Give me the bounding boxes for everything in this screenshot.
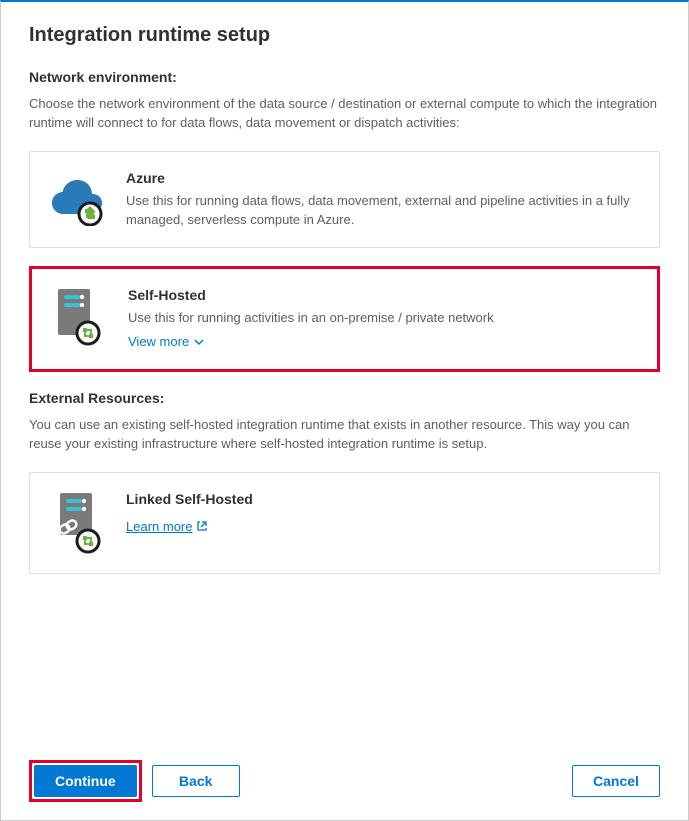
learn-more-link[interactable]: Learn more (126, 519, 208, 534)
page-title: Integration runtime setup (29, 24, 660, 47)
learn-more-label: Learn more (126, 519, 192, 534)
view-more-link[interactable]: View more (128, 334, 205, 349)
self-hosted-server-icon (50, 287, 110, 351)
continue-highlight: Continue (29, 760, 142, 802)
linked-self-hosted-icon (48, 491, 108, 555)
self-hosted-description: Use this for running activities in an on… (128, 309, 639, 328)
option-azure[interactable]: Azure Use this for running data flows, d… (29, 151, 660, 249)
back-button[interactable]: Back (152, 765, 240, 797)
footer: Continue Back Cancel (1, 746, 688, 820)
external-link-icon (196, 520, 208, 532)
linked-self-hosted-title: Linked Self-Hosted (126, 491, 641, 507)
self-hosted-title: Self-Hosted (128, 287, 639, 303)
external-resources-description: You can use an existing self-hosted inte… (29, 416, 660, 454)
view-more-label: View more (128, 334, 189, 349)
external-resources-heading: External Resources: (29, 390, 660, 406)
azure-description: Use this for running data flows, data mo… (126, 192, 641, 230)
network-environment-heading: Network environment: (29, 69, 660, 85)
azure-title: Azure (126, 170, 641, 186)
option-self-hosted[interactable]: Self-Hosted Use this for running activit… (29, 266, 660, 372)
azure-cloud-icon (48, 170, 108, 230)
network-environment-description: Choose the network environment of the da… (29, 95, 660, 133)
continue-button[interactable]: Continue (34, 765, 137, 797)
cancel-button[interactable]: Cancel (572, 765, 660, 797)
chevron-down-icon (193, 336, 205, 348)
option-linked-self-hosted[interactable]: Linked Self-Hosted Learn more (29, 472, 660, 574)
